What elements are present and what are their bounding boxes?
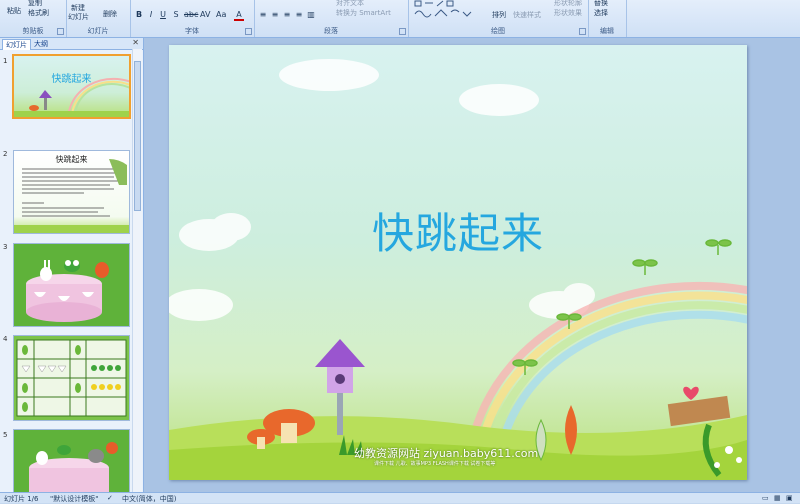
ribbon: 粘贴 复制 格式刷 剪贴板 新建 幻灯片 删除 幻灯片 B I U S abc … — [0, 0, 800, 38]
editing-group-label: 编辑 — [600, 27, 614, 35]
font-group: B I U S abc AV Aa A 字体 — [130, 0, 255, 37]
status-language: 中文(简体，中国) — [122, 495, 177, 503]
status-slide-count: 幻灯片 1/6 — [4, 495, 39, 503]
copy-button[interactable]: 复制 — [28, 0, 42, 8]
slide-site-subline: 课件下载 儿歌、故事MP3 FLASH课件下载 试卷下载等 — [374, 461, 496, 467]
replace-button[interactable]: 替换 — [594, 0, 608, 8]
clipboard-launcher-icon[interactable] — [57, 28, 64, 35]
status-theme: "默认设计模板" — [50, 495, 99, 503]
font-group-label: 字体 — [185, 27, 199, 35]
paragraph-group: ≡ ≡ ≡ ≡ ▥ 对齐文本 转换为 SmartArt 段落 — [254, 0, 409, 37]
slide-number-5: 5 — [3, 431, 8, 439]
slides-panel: 幻灯片 大纲 ✕ 1 快跳起来 2 快跳起来 3 4 5 — [0, 38, 144, 493]
convert-smartart-button[interactable]: 转换为 SmartArt — [336, 8, 391, 18]
panel-scroll-thumb[interactable] — [134, 61, 141, 211]
quick-styles-button[interactable]: 快速样式 — [513, 10, 541, 20]
thumb-2-text-lines — [14, 159, 129, 233]
normal-view-icon[interactable]: ▭ — [762, 494, 769, 502]
slide-number-2: 2 — [3, 150, 8, 158]
drawing-group-label: 绘图 — [491, 27, 505, 35]
italic-icon[interactable]: I — [146, 10, 156, 19]
shape-effects-button[interactable]: 形状效果 — [554, 8, 582, 18]
slideshow-view-icon[interactable]: ▣ — [786, 494, 793, 502]
align-center-icon[interactable]: ≡ — [270, 10, 280, 19]
change-case-icon[interactable]: Aa — [216, 10, 226, 19]
slide-canvas-area: 快跳起来 幼教资源网站 ziyuan.baby611.com 课件下载 儿歌、故… — [144, 38, 800, 492]
justify-icon[interactable]: ≡ — [294, 10, 304, 19]
shadow-icon[interactable]: S — [171, 10, 181, 19]
close-panel-icon[interactable]: ✕ — [132, 38, 139, 47]
slide-site-credit: 幼教资源网站 ziyuan.baby611.com — [354, 447, 539, 460]
slide-title[interactable]: 快跳起来 — [169, 200, 747, 261]
thumb-5-cake-scene — [29, 442, 118, 492]
thumb-1-scenery — [14, 77, 129, 117]
shapes-gallery-icon[interactable] — [413, 0, 485, 22]
paragraph-group-label: 段落 — [324, 27, 338, 35]
slide-thumbnail-2[interactable]: 快跳起来 — [13, 150, 130, 234]
delete-slide-button[interactable]: 删除 — [103, 9, 117, 19]
slide-number-3: 3 — [3, 243, 8, 251]
thumb-4-grid — [16, 339, 127, 417]
arrange-button[interactable]: 排列 — [492, 10, 506, 20]
align-right-icon[interactable]: ≡ — [282, 10, 292, 19]
slide-canvas[interactable]: 快跳起来 幼教资源网站 ziyuan.baby611.com 课件下载 儿歌、故… — [169, 45, 747, 480]
status-bar: 幻灯片 1/6 "默认设计模板" ✓ 中文(简体，中国) ▭ ▦ ▣ — [0, 492, 800, 503]
slides-group-label: 幻灯片 — [87, 27, 109, 35]
drawing-launcher-icon[interactable] — [579, 28, 586, 35]
align-left-icon[interactable]: ≡ — [258, 10, 268, 19]
clipboard-group: 粘贴 复制 格式刷 剪贴板 — [0, 0, 67, 37]
slide-thumbnail-3[interactable] — [13, 243, 130, 327]
spellcheck-icon[interactable]: ✓ — [107, 494, 113, 502]
panel-scrollbar[interactable] — [132, 49, 142, 492]
align-text-button[interactable]: 对齐文本 — [336, 0, 364, 8]
paragraph-launcher-icon[interactable] — [399, 28, 406, 35]
underline-icon[interactable]: U — [158, 10, 168, 19]
new-slide-menu[interactable]: 幻灯片 — [68, 12, 89, 22]
format-painter-button[interactable]: 格式刷 — [28, 8, 49, 18]
slides-group: 新建 幻灯片 删除 幻灯片 — [66, 0, 131, 37]
slide-background-art — [169, 59, 747, 480]
drawing-group: 排列 快速样式 形状轮廓 形状效果 绘图 — [408, 0, 589, 37]
bold-icon[interactable]: B — [134, 10, 144, 19]
thumb-3-cake-scene — [26, 260, 109, 322]
tab-outline[interactable]: 大纲 — [31, 39, 51, 49]
paste-button[interactable]: 粘贴 — [7, 6, 21, 16]
sorter-view-icon[interactable]: ▦ — [774, 494, 781, 502]
font-color-icon[interactable]: A — [234, 10, 244, 21]
editing-group: 替换 选择 编辑 — [588, 0, 627, 37]
strikethrough-icon[interactable]: abc — [184, 10, 198, 19]
slide-thumbnail-1[interactable]: 快跳起来 — [12, 54, 131, 119]
select-button[interactable]: 选择 — [594, 8, 608, 18]
shape-outline-button[interactable]: 形状轮廓 — [554, 0, 582, 8]
slide-thumbnail-5[interactable] — [13, 429, 130, 493]
columns-icon[interactable]: ▥ — [306, 10, 316, 19]
tab-slides[interactable]: 幻灯片 — [2, 39, 31, 50]
slide-number-1: 1 — [3, 57, 8, 65]
slide-number-4: 4 — [3, 335, 8, 343]
slide-thumbnail-4[interactable] — [13, 335, 130, 421]
panel-tabs: 幻灯片 大纲 ✕ — [0, 38, 143, 50]
font-launcher-icon[interactable] — [245, 28, 252, 35]
spacing-icon[interactable]: AV — [200, 10, 210, 19]
